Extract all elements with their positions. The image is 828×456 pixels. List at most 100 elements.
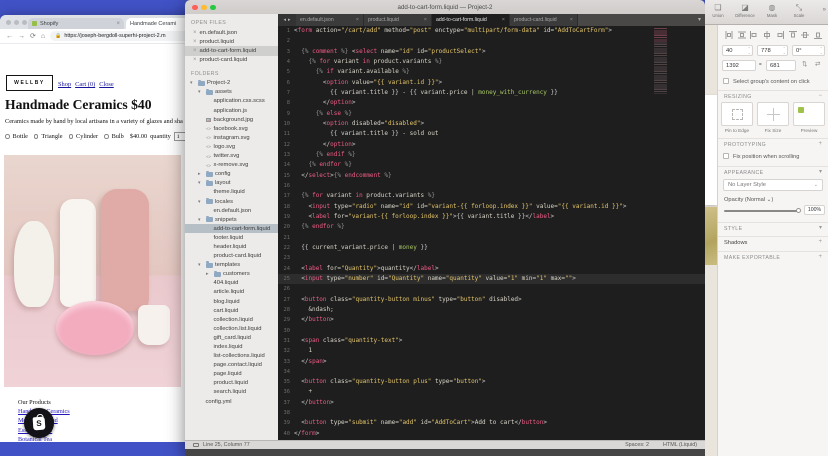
tree-item-article-liquid[interactable]: article.liquid <box>185 288 278 297</box>
caret-down-icon[interactable]: ▾ <box>198 262 203 268</box>
code-line-40[interactable]: 40</form> <box>278 429 705 439</box>
tree-item-page-contact-liquid[interactable]: page.contact.liquid <box>185 361 278 370</box>
close-file-icon[interactable]: × <box>193 39 197 45</box>
tree-item-config[interactable]: ▸config <box>185 170 278 179</box>
x-position-field[interactable]: 40⌃⌄ <box>722 45 753 56</box>
reload-icon[interactable]: ⟳ <box>30 33 36 40</box>
tree-item-404-liquid[interactable]: 404.liquid <box>185 279 278 288</box>
tree-item-layout[interactable]: ▾layout <box>185 179 278 188</box>
code-line-23[interactable]: 23 <box>278 253 705 263</box>
tree-item-page-liquid[interactable]: page.liquid <box>185 370 278 379</box>
code-line-31[interactable]: 31 <span class="quantity-text"> <box>278 336 705 346</box>
height-field[interactable]: 681 <box>766 60 796 71</box>
home-icon[interactable]: ⌂ <box>41 33 45 40</box>
pin-to-edge-option[interactable] <box>721 102 753 126</box>
code-line-9[interactable]: 9 {% else %} <box>278 109 705 119</box>
open-file-item[interactable]: ×product.liquid <box>185 37 278 46</box>
select-group-checkbox[interactable] <box>723 78 729 84</box>
caret-down-icon[interactable]: ▾ <box>198 180 203 186</box>
open-file-item[interactable]: ×en.default.json <box>185 28 278 37</box>
code-line-3[interactable]: 3 {% comment %} <select name="id" id="pr… <box>278 47 705 57</box>
close-file-icon[interactable]: × <box>193 57 197 63</box>
tree-item-instagram-svg[interactable]: <>instagram.svg <box>185 133 278 142</box>
align-right-icon[interactable] <box>775 30 785 40</box>
tree-item-assets[interactable]: ▾assets <box>185 88 278 97</box>
tree-item-add-to-cart-form-liquid[interactable]: add-to-cart-form.liquid <box>185 224 278 233</box>
toolbar-item-mask[interactable]: ◍Mask <box>762 3 782 18</box>
minimap[interactable] <box>654 28 667 94</box>
sketch-canvas[interactable] <box>705 25 717 456</box>
tree-item-list-collections-liquid[interactable]: list-collections.liquid <box>185 352 278 361</box>
code-line-32[interactable]: 32 1 <box>278 346 705 356</box>
tree-item-snippets[interactable]: ▾snippets <box>185 215 278 224</box>
site-logo[interactable]: WELLBY <box>6 75 53 91</box>
tree-item-templates[interactable]: ▾templates <box>185 261 278 270</box>
tree-item-product-card-liquid[interactable]: product-card.liquid <box>185 252 278 261</box>
y-position-field[interactable]: 778⌃⌄ <box>757 45 788 56</box>
radio-bulb[interactable] <box>104 134 109 139</box>
tree-item-blog-liquid[interactable]: blog.liquid <box>185 297 278 306</box>
lock-ratio-icon[interactable]: ⚭ <box>758 62 763 68</box>
appearance-menu-icon[interactable]: ▾ <box>819 170 822 175</box>
code-line-7[interactable]: 7 {{ variant.title }} - {{ variant.price… <box>278 88 705 98</box>
fix-size-option[interactable] <box>757 102 789 126</box>
flip-horizontal-icon[interactable]: ⇅ <box>802 60 807 68</box>
editor-tab-product-liquid[interactable]: product.liquid× <box>364 14 432 26</box>
toolbar-item-scale[interactable]: ⤡Scale <box>789 3 809 18</box>
radio-cylinder[interactable] <box>69 134 74 139</box>
distribute-horizontal-icon[interactable] <box>724 30 734 40</box>
code-line-19[interactable]: 19 <label for="variant-{{ forloop.index … <box>278 212 705 222</box>
code-line-12[interactable]: 12 </option> <box>278 140 705 150</box>
opacity-slider-knob[interactable] <box>796 208 801 213</box>
nav-link-shop[interactable]: Shop <box>58 81 71 88</box>
tree-item-Project-2[interactable]: ▾Project-2 <box>185 79 278 88</box>
forward-icon[interactable]: → <box>18 33 25 40</box>
zoom-window-icon[interactable] <box>22 20 27 25</box>
style-collapse-icon[interactable]: ▾ <box>819 226 822 231</box>
tab-close-icon[interactable]: × <box>424 17 427 23</box>
code-line-26[interactable]: 26 <box>278 284 705 294</box>
fix-position-checkbox[interactable] <box>723 153 729 159</box>
nav-link-cart-0-[interactable]: Cart (0) <box>75 81 95 88</box>
add-export-icon[interactable]: + <box>818 255 822 260</box>
caret-right-icon[interactable]: ▸ <box>206 271 211 277</box>
code-line-24[interactable]: 24 <label for="Quantity">quantity</label… <box>278 264 705 274</box>
tab-close-icon[interactable]: × <box>502 17 505 23</box>
code-line-1[interactable]: 1<form action="/cart/add" method="post" … <box>278 26 705 36</box>
tree-item-locales[interactable]: ▾locales <box>185 197 278 206</box>
code-line-18[interactable]: 18 <input type="radio" name="id" id="var… <box>278 202 705 212</box>
tree-item-facebook-svg[interactable]: <>facebook.svg <box>185 124 278 133</box>
tree-item-header-liquid[interactable]: header.liquid <box>185 242 278 251</box>
opacity-value-field[interactable]: 100% <box>804 205 825 215</box>
shopify-chat-badge[interactable]: S <box>24 408 54 438</box>
width-field[interactable]: 1392 <box>722 60 756 71</box>
tree-item-config-yml[interactable]: config.yml <box>185 397 278 406</box>
caret-down-icon[interactable]: ▾ <box>198 217 203 223</box>
tree-item-background-jpg[interactable]: background.jpg <box>185 115 278 124</box>
syntax-mode[interactable]: HTML (Liquid) <box>663 442 697 448</box>
radio-bottle[interactable] <box>5 134 10 139</box>
editor-title-bar[interactable]: add-to-cart-form.liquid — Project-2 <box>185 0 705 14</box>
close-window-icon[interactable] <box>192 5 198 11</box>
add-shadow-icon[interactable]: + <box>818 240 822 245</box>
tree-item-cart-liquid[interactable]: cart.liquid <box>185 306 278 315</box>
zoom-window-icon[interactable] <box>210 5 216 11</box>
open-file-item[interactable]: ×add-to-cart-form.liquid <box>185 46 278 55</box>
tab-overflow-icon[interactable]: ▾ <box>698 16 701 23</box>
tree-item-collection-list-liquid[interactable]: collection.list.liquid <box>185 324 278 333</box>
code-line-21[interactable]: 21 <box>278 233 705 243</box>
close-file-icon[interactable]: × <box>193 48 197 54</box>
align-center-horizontal-icon[interactable] <box>762 30 772 40</box>
editor-tab-product-card-liquid[interactable]: product-card.liquid× <box>510 14 578 26</box>
collapse-icon[interactable]: − <box>818 94 822 99</box>
opacity-slider[interactable] <box>724 210 800 212</box>
tree-item-application-css-scss[interactable]: application.css.scss <box>185 97 278 106</box>
tree-item-logo-svg[interactable]: <>logo.svg <box>185 142 278 151</box>
caret-down-icon[interactable]: ▾ <box>198 199 203 205</box>
toolbar-overflow-icon[interactable]: » <box>823 7 826 13</box>
indent-setting[interactable]: Spaces: 2 <box>625 442 649 448</box>
tree-item-product-liquid[interactable]: product.liquid <box>185 379 278 388</box>
code-line-8[interactable]: 8 </option> <box>278 98 705 108</box>
code-editor[interactable]: 1<form action="/cart/add" method="post" … <box>278 26 705 440</box>
code-line-30[interactable]: 30 <box>278 326 705 336</box>
